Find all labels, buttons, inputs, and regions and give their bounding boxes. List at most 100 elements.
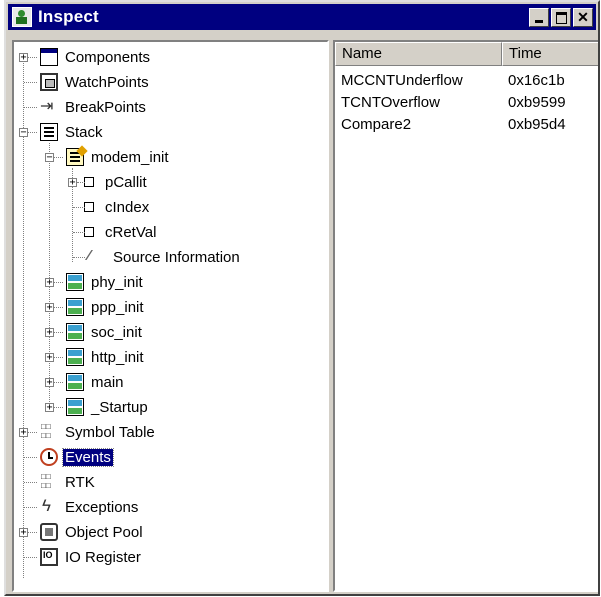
tree-item-label: Components <box>65 48 151 66</box>
tree-line <box>24 507 37 508</box>
tree-item-label: IO Register <box>65 548 141 566</box>
inspect-tree[interactable]: + Components WatchPoints BreakPoints − S… <box>12 40 329 592</box>
events-list[interactable]: Name Time MCCNTUnderflow 0x16c1b TCNTOve… <box>333 40 598 592</box>
tree-line <box>28 532 37 533</box>
expand-icon[interactable]: + <box>45 278 54 288</box>
tree-line <box>54 157 63 158</box>
tree-line <box>54 332 63 333</box>
tree-line <box>73 257 85 258</box>
tree-item-modem-init[interactable]: − modem_init <box>14 145 171 169</box>
tree-line <box>54 407 63 408</box>
tree-line <box>28 132 37 133</box>
tree-item-source-information[interactable]: Source Information <box>14 245 242 269</box>
tree-item-label: soc_init <box>91 323 142 341</box>
tree-line <box>54 307 63 308</box>
tree-line <box>77 182 85 183</box>
stack-icon <box>40 123 58 141</box>
symbol-table-icon <box>40 422 58 441</box>
window-controls: ✕ <box>529 7 593 27</box>
event-name: TCNTOverflow <box>341 94 440 111</box>
minimize-button[interactable] <box>529 7 549 27</box>
tree-item-http-init[interactable]: + http_init <box>14 345 146 369</box>
expand-icon[interactable]: + <box>45 403 54 413</box>
expand-icon[interactable]: + <box>45 328 54 338</box>
tree-item-io-register[interactable]: IO Register <box>14 545 143 569</box>
tree-item-cindex[interactable]: cIndex <box>14 195 151 219</box>
close-button[interactable]: ✕ <box>573 7 593 27</box>
tree-item-label: Exceptions <box>65 498 139 516</box>
event-time: 0x16c1b <box>508 72 565 89</box>
tree-item-label: RTK <box>65 473 95 491</box>
title-bar[interactable]: Inspect ✕ <box>8 4 596 30</box>
tree-item-phy-init[interactable]: + phy_init <box>14 270 145 294</box>
window-title: Inspect <box>38 7 99 26</box>
expand-icon[interactable]: + <box>68 178 77 188</box>
tree-item-startup[interactable]: + _Startup <box>14 395 150 419</box>
tree-item-ppp-init[interactable]: + ppp_init <box>14 295 146 319</box>
tree-item-label: _Startup <box>91 398 148 416</box>
expand-icon[interactable]: + <box>19 53 28 63</box>
tree-item-events[interactable]: Events <box>14 445 114 469</box>
events-clock-icon <box>40 448 58 466</box>
tree-line <box>24 82 37 83</box>
column-header-time[interactable]: Time <box>502 42 598 66</box>
inspect-app-icon[interactable] <box>12 7 32 27</box>
event-time: 0xb95d4 <box>508 116 566 133</box>
source-information-icon <box>88 247 106 266</box>
maximize-icon <box>555 11 567 24</box>
tree-item-label: pCallit <box>105 173 147 191</box>
tree-item-object-pool[interactable]: + Object Pool <box>14 520 145 544</box>
tree-item-label: modem_init <box>91 148 169 166</box>
tree-item-label: WatchPoints <box>65 73 149 91</box>
tree-item-label: phy_init <box>91 273 143 291</box>
tree-item-cretval[interactable]: cRetVal <box>14 220 158 244</box>
expand-icon[interactable]: + <box>45 303 54 313</box>
list-row[interactable]: TCNTOverflow 0xb9599 <box>335 94 598 116</box>
tree-item-soc-init[interactable]: + soc_init <box>14 320 144 344</box>
tree-line <box>24 107 37 108</box>
tree-item-symbol-table[interactable]: + Symbol Table <box>14 420 157 444</box>
tree-line <box>73 232 85 233</box>
tree-item-pcallit[interactable]: + pCallit <box>14 170 149 194</box>
tree-item-label: cIndex <box>105 198 150 216</box>
tree-item-rtk[interactable]: RTK <box>14 470 97 494</box>
tree-item-watchpoints[interactable]: WatchPoints <box>14 70 151 94</box>
event-time: 0xb9599 <box>508 94 566 111</box>
tree-item-breakpoints[interactable]: BreakPoints <box>14 95 148 119</box>
event-name: MCCNTUnderflow <box>341 72 463 89</box>
tree-line <box>24 482 37 483</box>
components-icon <box>40 48 58 66</box>
tree-item-components[interactable]: + Components <box>14 45 152 69</box>
minimize-icon <box>535 19 543 23</box>
stack-frame-icon <box>66 298 84 316</box>
tree-item-main[interactable]: + main <box>14 370 126 394</box>
collapse-icon[interactable]: − <box>19 128 28 138</box>
exceptions-bolt-icon <box>40 496 58 516</box>
tree-item-label: cRetVal <box>105 223 157 241</box>
maximize-button[interactable] <box>551 7 571 27</box>
rtk-icon <box>40 472 58 491</box>
collapse-icon[interactable]: − <box>45 153 54 163</box>
tree-line <box>73 207 85 208</box>
io-register-icon <box>40 548 58 566</box>
tree-item-stack[interactable]: − Stack <box>14 120 105 144</box>
tree-line <box>24 557 37 558</box>
stack-frame-icon <box>66 323 84 341</box>
stack-frame-open-icon <box>66 148 84 166</box>
tree-line <box>28 432 37 433</box>
tree-item-label: main <box>91 373 124 391</box>
column-header-name[interactable]: Name <box>335 42 502 66</box>
expand-icon[interactable]: + <box>19 528 28 538</box>
expand-icon[interactable]: + <box>45 353 54 363</box>
tree-item-label: Object Pool <box>65 523 143 541</box>
variable-icon <box>84 227 94 237</box>
expand-icon[interactable]: + <box>45 378 54 388</box>
list-row[interactable]: Compare2 0xb95d4 <box>335 116 598 138</box>
tree-line <box>28 57 37 58</box>
tree-item-exceptions[interactable]: Exceptions <box>14 495 140 519</box>
watchpoint-icon <box>40 73 58 91</box>
expand-icon[interactable]: + <box>19 428 28 438</box>
list-row[interactable]: MCCNTUnderflow 0x16c1b <box>335 72 598 94</box>
tree-line <box>24 457 37 458</box>
tree-line <box>54 357 63 358</box>
